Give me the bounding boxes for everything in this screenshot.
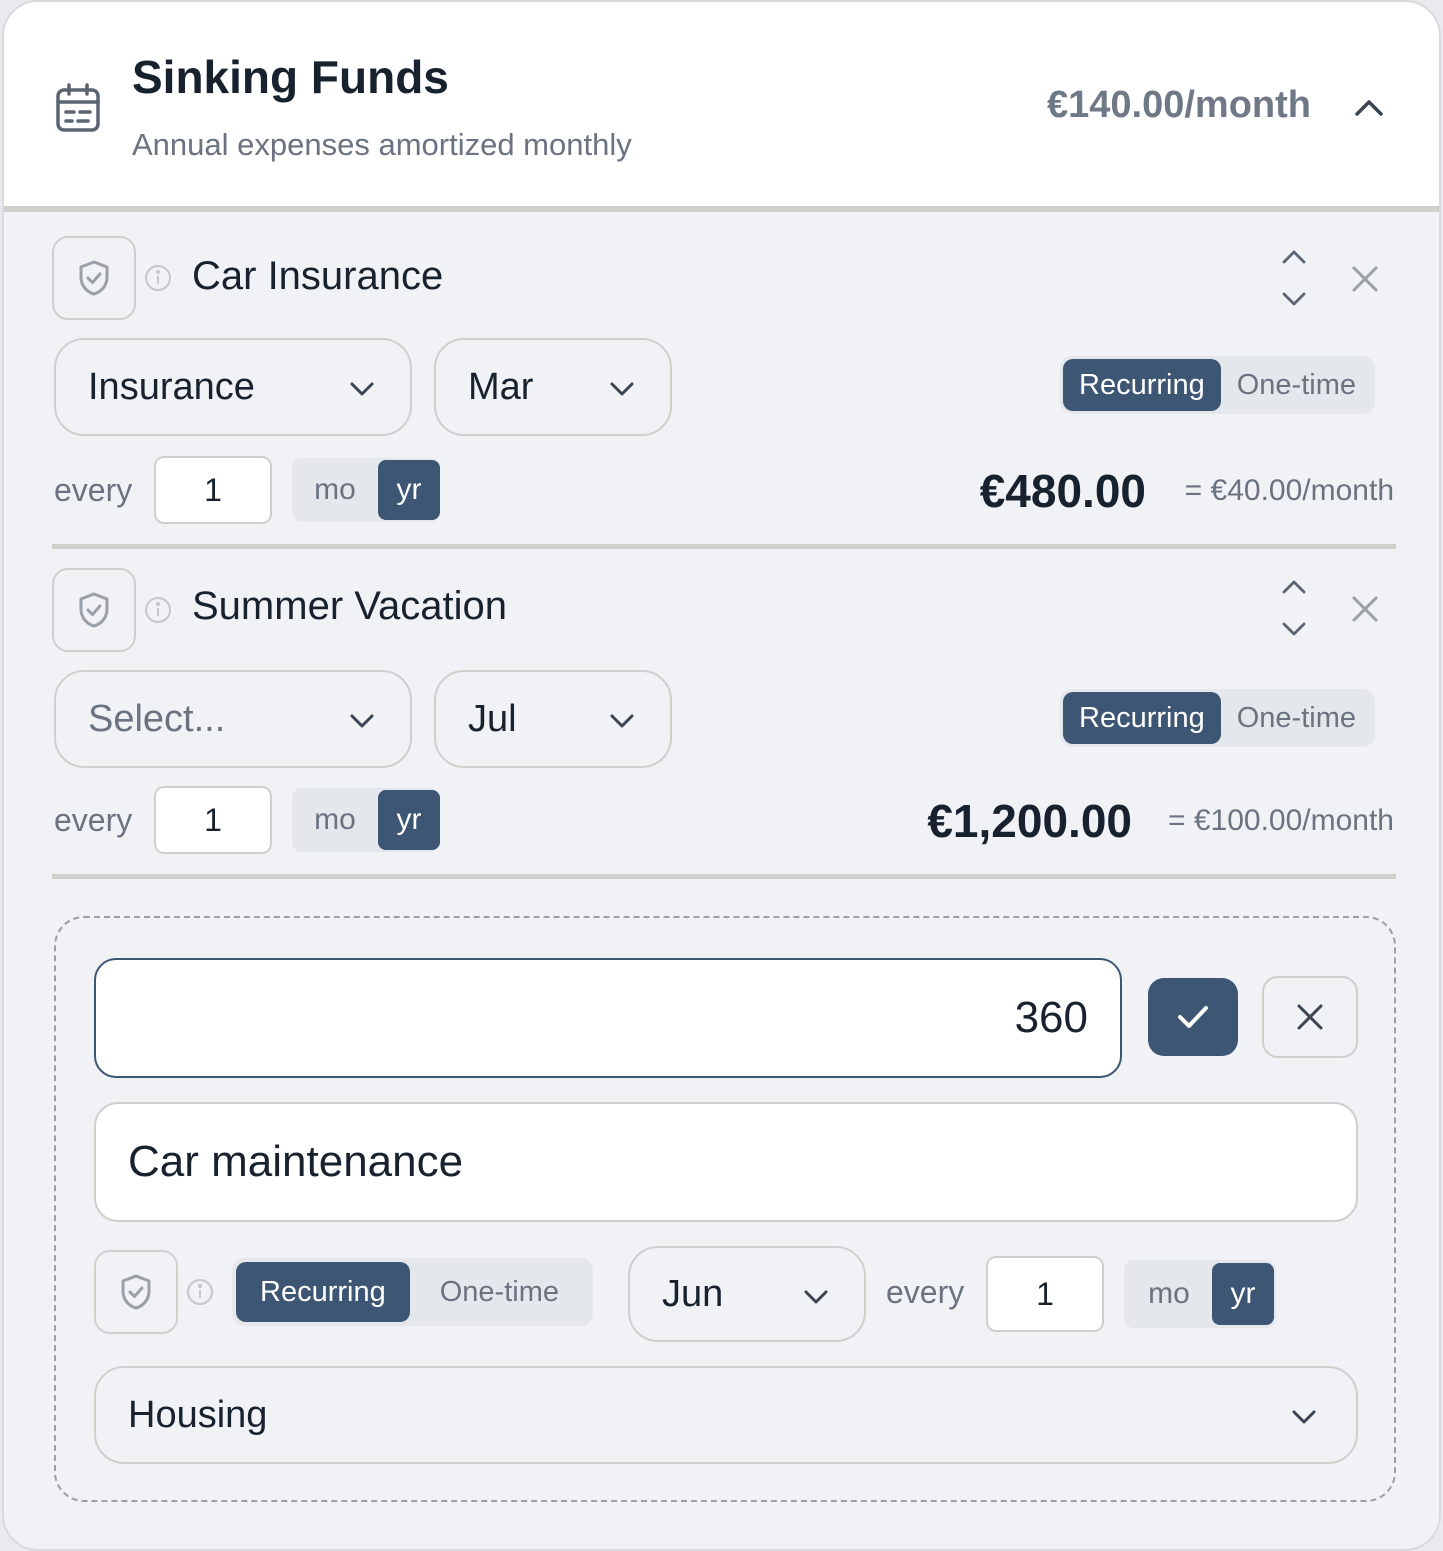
sinking-funds-card: Sinking Funds Annual expenses amortized …	[2, 0, 1441, 1551]
month-value: Jul	[468, 697, 517, 740]
item-amount[interactable]: €480.00	[980, 464, 1146, 518]
category-value: Select...	[88, 697, 226, 740]
interval-input[interactable]: 1	[154, 786, 272, 854]
category-select[interactable]: Housing	[94, 1366, 1358, 1464]
category-select[interactable]: Select...	[54, 670, 412, 768]
item-amount[interactable]: €1,200.00	[927, 794, 1132, 848]
interval-input[interactable]: 1	[986, 1256, 1104, 1332]
recurrence-toggle: Recurring One-time	[1060, 689, 1375, 747]
one-time-option[interactable]: One-time	[1221, 692, 1372, 744]
chevron-down-icon	[610, 382, 634, 396]
item-monthly: = €40.00/month	[1184, 474, 1394, 507]
unit-yr[interactable]: yr	[1212, 1263, 1274, 1325]
divider	[52, 544, 1396, 549]
unit-toggle: mo yr	[292, 458, 440, 522]
amount-input[interactable]: 360	[94, 958, 1122, 1078]
close-icon	[1297, 1004, 1323, 1030]
chevron-down-icon	[350, 714, 374, 728]
info-icon[interactable]	[186, 1278, 214, 1306]
page-title: Sinking Funds	[132, 51, 449, 103]
close-icon[interactable]	[1350, 594, 1380, 624]
monthly-total: €140.00/month	[1047, 84, 1311, 126]
shield-icon	[121, 1274, 151, 1310]
every-label: every	[54, 802, 133, 838]
item-name[interactable]: Car Insurance	[192, 254, 443, 299]
reorder-icon[interactable]	[1280, 246, 1308, 310]
month-select[interactable]: Jul	[434, 670, 672, 768]
one-time-option[interactable]: One-time	[410, 1262, 589, 1322]
unit-yr[interactable]: yr	[378, 460, 440, 520]
category-value: Housing	[128, 1393, 268, 1436]
one-time-option[interactable]: One-time	[1221, 359, 1372, 411]
new-item-form: 360 Car maintenance Recurring One-time J…	[54, 916, 1396, 1502]
protected-toggle[interactable]	[52, 568, 136, 652]
month-value: Jun	[662, 1272, 724, 1315]
chevron-down-icon	[610, 714, 634, 728]
unit-mo[interactable]: mo	[292, 790, 378, 850]
category-value: Insurance	[88, 365, 255, 408]
recurring-option[interactable]: Recurring	[1063, 359, 1221, 411]
recurrence-toggle: Recurring One-time	[1060, 356, 1375, 414]
chevron-down-icon	[1292, 1410, 1316, 1424]
divider	[52, 874, 1396, 879]
protected-toggle[interactable]	[52, 236, 136, 320]
protected-toggle[interactable]	[94, 1250, 178, 1334]
info-icon[interactable]	[144, 264, 172, 292]
calendar-icon	[56, 83, 100, 132]
page-subtitle: Annual expenses amortized monthly	[132, 127, 632, 162]
info-icon[interactable]	[144, 596, 172, 624]
month-select[interactable]: Mar	[434, 338, 672, 436]
unit-mo[interactable]: mo	[292, 460, 378, 520]
month-value: Mar	[468, 365, 534, 408]
shield-icon	[79, 592, 109, 628]
unit-mo[interactable]: mo	[1126, 1263, 1212, 1325]
every-label: every	[886, 1274, 965, 1310]
unit-yr[interactable]: yr	[378, 790, 440, 850]
shield-icon	[79, 260, 109, 296]
item-monthly: = €100.00/month	[1167, 804, 1394, 837]
recurrence-toggle: Recurring One-time	[232, 1258, 593, 1326]
cancel-button[interactable]	[1262, 976, 1358, 1058]
unit-toggle: mo yr	[292, 788, 440, 852]
chevron-down-icon	[350, 382, 374, 396]
interval-input[interactable]: 1	[154, 456, 272, 524]
chevron-down-icon	[804, 1290, 828, 1304]
month-select[interactable]: Jun	[628, 1246, 866, 1342]
unit-toggle: mo yr	[1124, 1260, 1276, 1328]
check-icon	[1178, 1006, 1208, 1028]
card-header[interactable]: Sinking Funds Annual expenses amortized …	[4, 2, 1439, 212]
category-select[interactable]: Insurance	[54, 338, 412, 436]
close-icon[interactable]	[1350, 264, 1380, 294]
reorder-icon[interactable]	[1280, 576, 1308, 640]
name-input[interactable]: Car maintenance	[94, 1102, 1358, 1222]
item-name[interactable]: Summer Vacation	[192, 584, 507, 629]
recurring-option[interactable]: Recurring	[1063, 692, 1221, 744]
recurring-option[interactable]: Recurring	[236, 1262, 410, 1322]
confirm-button[interactable]	[1148, 978, 1238, 1056]
chevron-up-icon[interactable]	[1351, 90, 1387, 126]
every-label: every	[54, 472, 133, 508]
